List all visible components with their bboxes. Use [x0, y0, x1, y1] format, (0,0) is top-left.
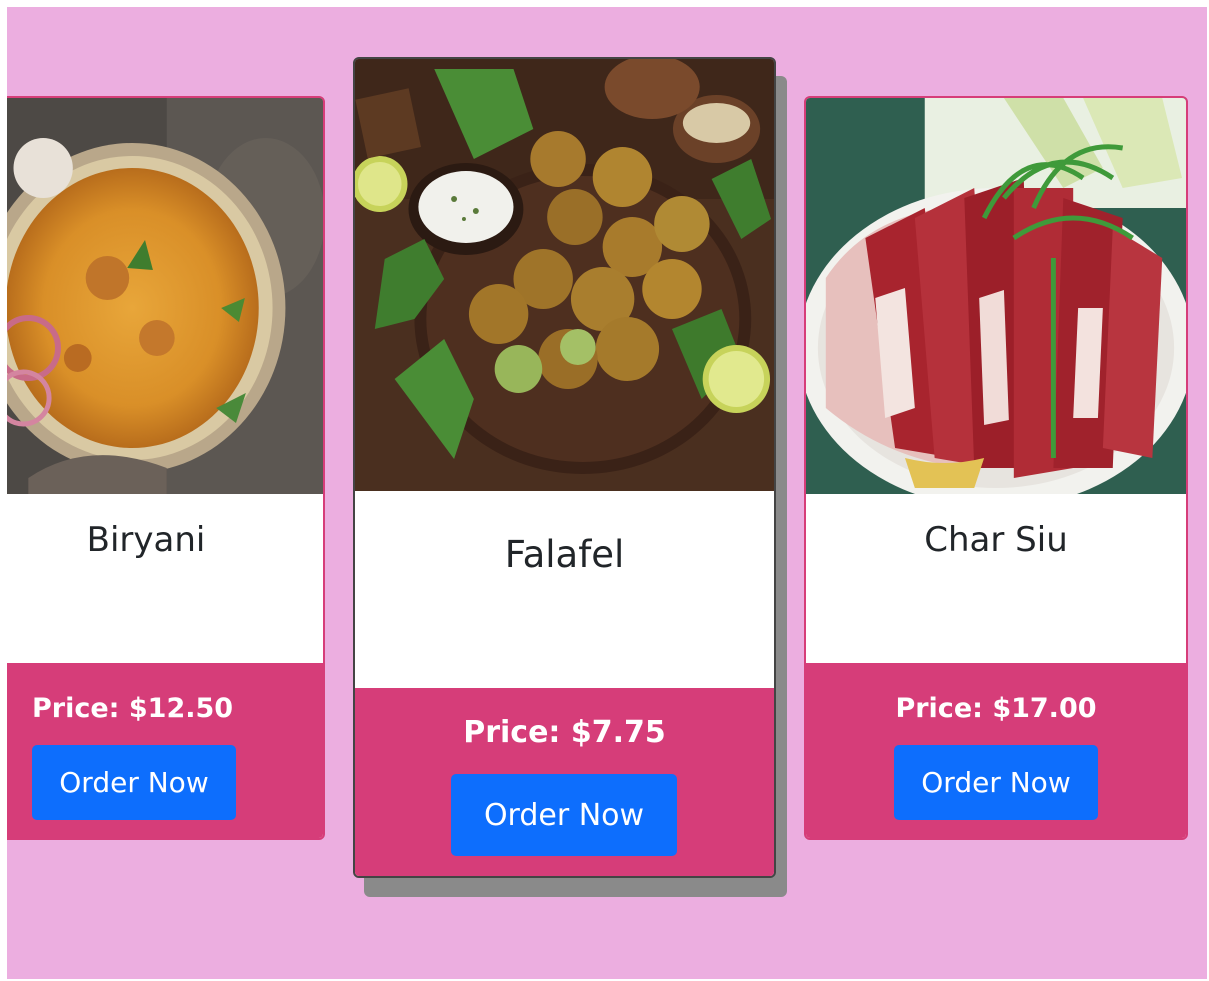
order-now-button[interactable]: Order Now	[451, 774, 677, 856]
menu-card-falafel[interactable]: Falafel Price: $7.75 Order Now	[353, 57, 776, 878]
card-footer: Price: $17.00 Order Now	[806, 663, 1186, 838]
card-footer: Price: $12.50 Order Now	[7, 663, 323, 838]
biryani-photo	[7, 98, 323, 494]
menu-carousel: Biryani Price: $12.50 Order Now Falafel …	[7, 7, 1207, 979]
dish-name: Char Siu	[924, 520, 1068, 560]
char-siu-photo	[806, 98, 1186, 494]
order-now-button[interactable]: Order Now	[32, 745, 236, 820]
dish-name: Biryani	[86, 520, 206, 560]
card-footer: Price: $7.75 Order Now	[355, 688, 774, 876]
dish-name: Falafel	[504, 533, 625, 576]
menu-card-biryani[interactable]: Biryani Price: $12.50 Order Now	[7, 96, 325, 840]
order-now-button[interactable]: Order Now	[894, 745, 1098, 820]
price-label: Price: $17.00	[895, 693, 1097, 724]
price-label: Price: $7.75	[463, 715, 666, 750]
price-label: Price: $12.50	[32, 693, 234, 724]
falafel-photo	[355, 59, 774, 491]
menu-card-char-siu[interactable]: Char Siu Price: $17.00 Order Now	[804, 96, 1188, 840]
